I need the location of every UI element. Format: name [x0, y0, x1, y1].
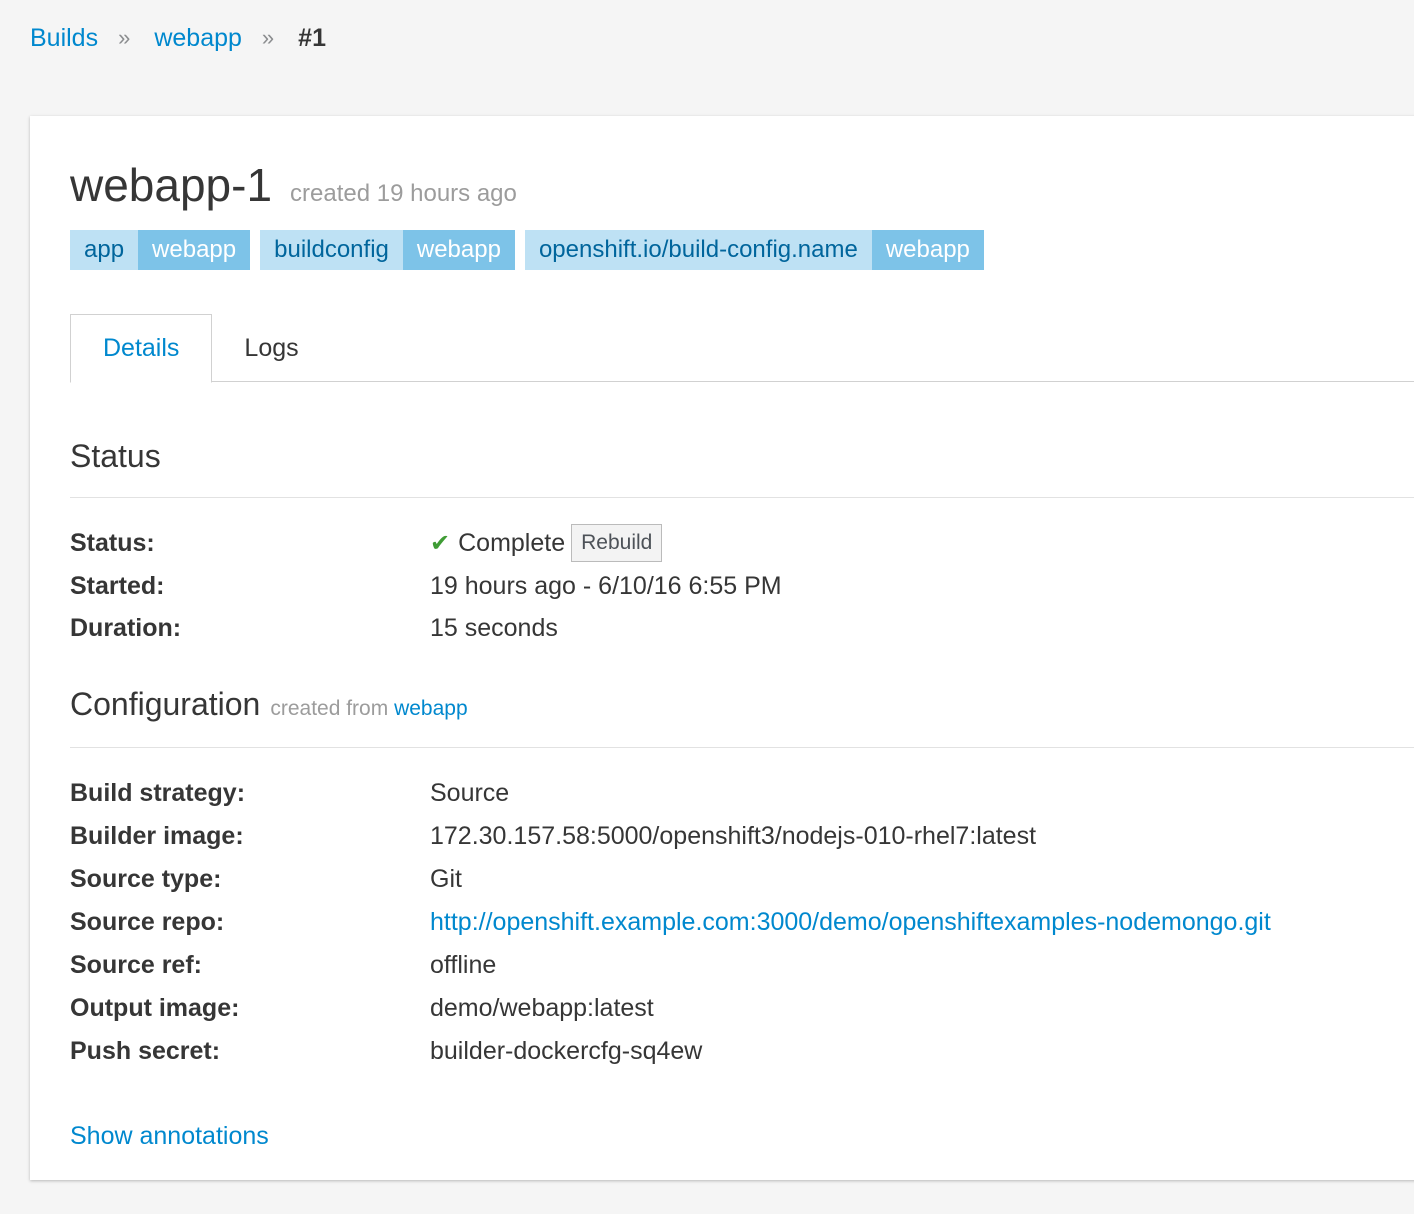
configuration-meta: created from webapp — [270, 697, 467, 721]
configuration-section-title: Configuration — [70, 686, 261, 722]
created-timestamp: created 19 hours ago — [290, 180, 517, 207]
source-repo-link[interactable]: http://openshift.example.com:3000/demo/o… — [430, 908, 1271, 937]
status-text: Complete — [458, 528, 566, 557]
label-key[interactable]: buildconfig — [260, 230, 403, 270]
builder-image-value: 172.30.157.58:5000/openshift3/nodejs-010… — [430, 822, 1037, 850]
build-strategy-key: Build strategy: — [70, 779, 246, 807]
label-value[interactable]: webapp — [402, 230, 515, 270]
breadcrumb-builds-link[interactable]: Builds — [30, 24, 98, 53]
status-section-title: Status — [70, 438, 161, 474]
label-app: app webapp — [70, 230, 251, 270]
tab-details[interactable]: Details — [70, 314, 213, 383]
page-title: webapp-1 — [70, 159, 273, 211]
check-icon: ✔ — [430, 529, 451, 557]
config-row: Push secret: builder-dockercfg-sq4ew — [70, 1030, 1414, 1073]
started-value: 19 hours ago - 6/10/16 6:55 PM — [430, 571, 782, 600]
status-section-header: Status — [70, 438, 1414, 498]
status-details: Status: ✔ Complete Rebuild Started: 19 h… — [70, 522, 1414, 648]
config-row: Output image: demo/webapp:latest — [70, 987, 1414, 1030]
label-key[interactable]: app — [70, 230, 139, 270]
status-row: Status: ✔ Complete Rebuild — [70, 522, 1414, 564]
source-type-value: Git — [430, 865, 462, 893]
config-row: Source type: Git — [70, 858, 1414, 901]
breadcrumb-separator-icon: » — [261, 25, 274, 50]
tab-logs[interactable]: Logs — [212, 314, 330, 382]
breadcrumb-webapp-link[interactable]: webapp — [154, 24, 242, 53]
config-row: Build strategy: Source — [70, 772, 1414, 815]
build-detail-panel: webapp-1 created 19 hours ago app webapp… — [30, 116, 1414, 1180]
config-row: Source ref: offline — [70, 944, 1414, 987]
status-key: Status: — [70, 528, 155, 557]
label-buildconfig: buildconfig webapp — [260, 230, 515, 270]
configuration-meta-text: created from — [270, 697, 389, 720]
configuration-details: Build strategy: Source Builder image: 17… — [70, 772, 1414, 1073]
builder-image-key: Builder image: — [70, 822, 244, 850]
source-type-key: Source type: — [70, 865, 222, 893]
config-row: Builder image: 172.30.157.58:5000/opensh… — [70, 815, 1414, 858]
output-image-key: Output image: — [70, 994, 240, 1022]
build-strategy-value: Source — [430, 779, 510, 807]
title-row: webapp-1 created 19 hours ago — [70, 158, 517, 212]
duration-value: 15 seconds — [430, 613, 558, 642]
duration-key: Duration: — [70, 613, 182, 642]
tabs: Details Logs — [70, 314, 1414, 383]
breadcrumb-current: #1 — [298, 23, 326, 52]
breadcrumb: Builds » webapp » #1 — [30, 20, 326, 56]
config-row: Source repo: http://openshift.example.co… — [70, 901, 1414, 944]
rebuild-button[interactable]: Rebuild — [571, 524, 663, 562]
buildconfig-link[interactable]: webapp — [394, 697, 468, 720]
labels-list: app webapp buildconfig webapp openshift.… — [70, 230, 994, 270]
output-image-value: demo/webapp:latest — [430, 994, 654, 1022]
source-repo-key: Source repo: — [70, 908, 225, 936]
push-secret-value: builder-dockercfg-sq4ew — [430, 1037, 703, 1065]
breadcrumb-separator-icon: » — [118, 25, 130, 50]
source-ref-key: Source ref: — [70, 951, 202, 979]
label-key[interactable]: openshift.io/build-config.name — [524, 230, 872, 270]
configuration-section-header: Configuration created from webapp — [70, 686, 1414, 748]
label-value[interactable]: webapp — [138, 230, 251, 270]
status-value: ✔ Complete Rebuild — [430, 524, 663, 562]
label-build-config-name: openshift.io/build-config.name webapp — [524, 230, 984, 270]
push-secret-key: Push secret: — [70, 1037, 221, 1065]
label-value[interactable]: webapp — [871, 230, 984, 270]
started-key: Started: — [70, 571, 165, 600]
source-ref-value: offline — [430, 951, 497, 979]
duration-row: Duration: 15 seconds — [70, 608, 1414, 648]
started-row: Started: 19 hours ago - 6/10/16 6:55 PM — [70, 564, 1414, 608]
show-annotations-link[interactable]: Show annotations — [70, 1122, 269, 1151]
